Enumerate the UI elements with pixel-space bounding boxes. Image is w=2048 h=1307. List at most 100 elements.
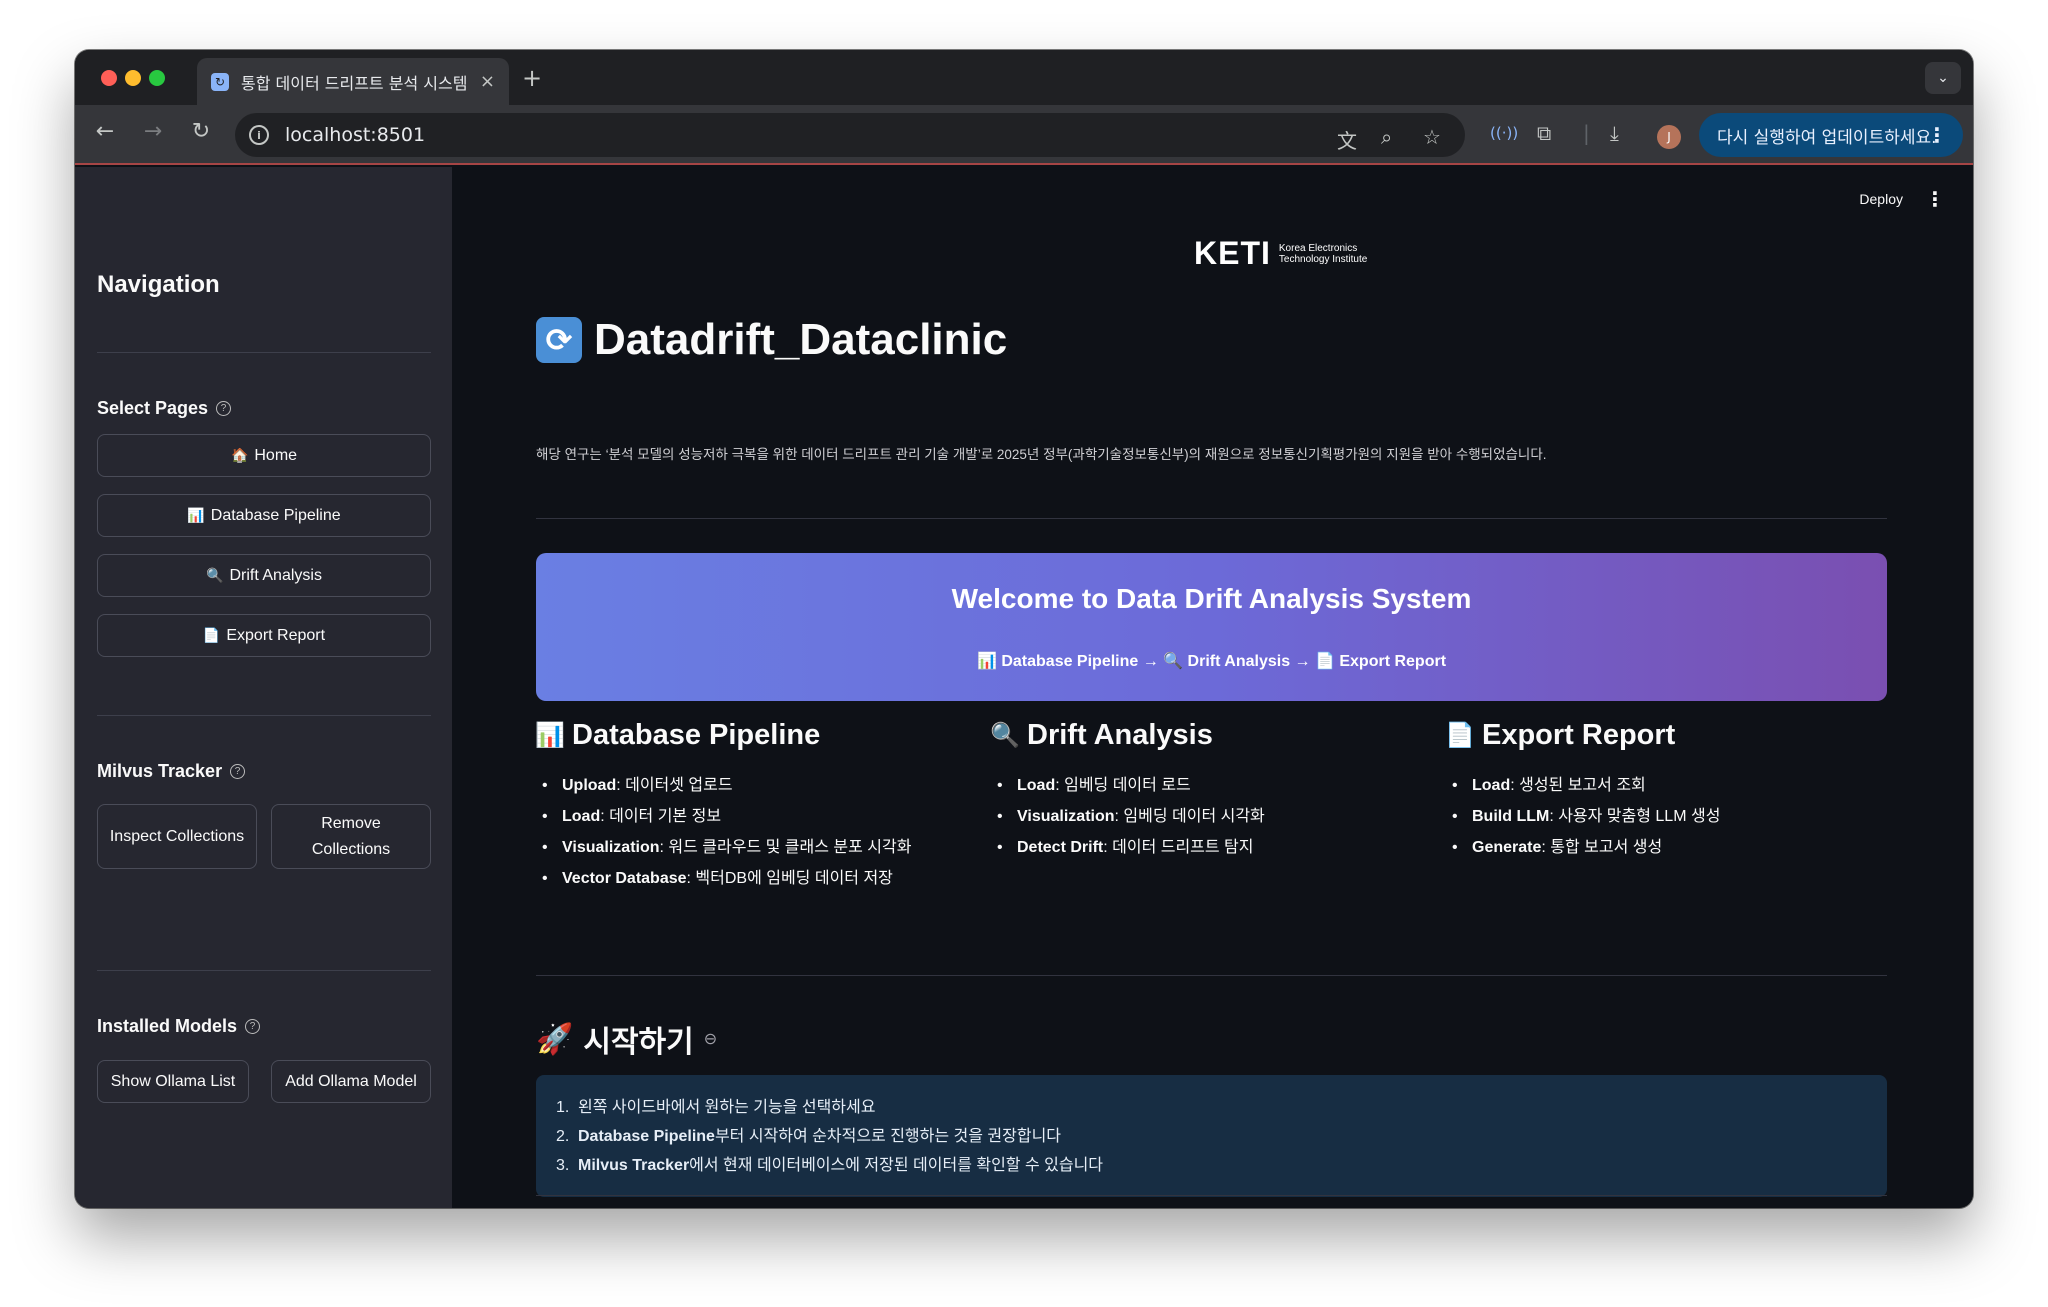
tab-close-icon[interactable]: × (480, 71, 495, 92)
nav-button-export-report[interactable]: 📄 Export Report (97, 614, 431, 657)
help-icon[interactable]: ? (245, 1019, 261, 1034)
nav-button-drift-analysis[interactable]: 🔍 Drift Analysis (97, 554, 431, 597)
nav-button-home[interactable]: 🏠 Home (97, 434, 431, 477)
nav-button-label: Export Report (226, 626, 326, 644)
toolbar-divider: | (1583, 121, 1590, 145)
banner-flow: 📊 Database Pipeline → 🔍 Drift Analysis →… (976, 653, 1447, 670)
getting-started-heading: 🚀 시작하기 ⊖ (536, 1017, 717, 1061)
installed-models-text: Installed Models (97, 1016, 238, 1036)
list-item: Visualization: 임베딩 데이터 시각화 (991, 801, 1411, 832)
step-number: 2. (556, 1128, 570, 1145)
divider (536, 518, 1887, 519)
update-button[interactable]: 다시 실행하여 업데이트하세요. ⋮ (1699, 113, 1963, 157)
sidebar: Navigation Select Pages ? 🏠 Home 📊 Datab… (75, 167, 452, 1208)
cast-icon[interactable]: ((·)) (1490, 124, 1518, 142)
bar-chart-icon: 📊 (535, 722, 565, 749)
help-icon[interactable]: ? (230, 764, 246, 779)
feature-list: Load: 임베딩 데이터 로드 Visualization: 임베딩 데이터 … (991, 770, 1411, 863)
nav-button-label: Drift Analysis (229, 566, 322, 584)
list-item: Load: 생성된 보고서 조회 (1446, 770, 1866, 801)
list-item: Generate: 통합 보고서 생성 (1446, 832, 1866, 863)
download-icon[interactable]: ⤓ (1610, 121, 1619, 145)
item-key: Detect Drift (1017, 839, 1104, 856)
page-content: Navigation Select Pages ? 🏠 Home 📊 Datab… (75, 167, 1973, 1208)
sidebar-divider (97, 352, 431, 353)
feature-export-report: 📄 Export Report Load: 생성된 보고서 조회 Build L… (1445, 719, 1866, 863)
main-area: Deploy ⋮ KETI Korea Electronics Technolo… (452, 167, 1973, 1208)
extensions-icon[interactable]: ⧉ (1537, 121, 1551, 145)
app-menu-icon[interactable]: ⋮ (1925, 187, 1945, 212)
getting-started-text: 시작하기 (583, 1026, 694, 1059)
list-item: Detect Drift: 데이터 드리프트 탐지 (991, 832, 1411, 863)
tab-strip: ↻ 통합 데이터 드리프트 분석 시스템 × + ⌄ (75, 50, 1973, 105)
list-item: Visualization: 워드 클라우드 및 클래스 분포 시각화 (536, 832, 956, 863)
anchor-link-icon[interactable]: ⊖ (704, 1029, 717, 1049)
forward-arrow-icon[interactable]: → (138, 119, 168, 144)
item-text: : 데이터셋 업로드 (616, 777, 733, 794)
page-title-text: Datadrift_Dataclinic (594, 315, 1008, 364)
browser-menu-icon[interactable]: ⋮ (1927, 123, 1947, 147)
steps-list: 1. 왼쪽 사이드바에서 원하는 기능을 선택하세요 2. Database Pip… (556, 1093, 1867, 1180)
browser-toolbar: ← → ↻ i localhost:8501 文 ⌕ ☆ ((·)) ⧉ | ⤓… (75, 105, 1973, 165)
item-key: Load (1017, 777, 1056, 794)
step-text: 왼쪽 사이드바에서 원하는 기능을 선택하세요 (578, 1099, 876, 1116)
feature-title: 📄 Export Report (1445, 719, 1866, 752)
research-acknowledgement: 해당 연구는 ‘분석 모델의 성능저하 극복을 위한 데이터 드리프트 관리 기… (536, 447, 1547, 462)
feature-title: 📊 Database Pipeline (535, 719, 956, 752)
document-icon: 📄 (202, 627, 221, 644)
bookmark-star-icon[interactable]: ☆ (1423, 125, 1441, 149)
browser-tab[interactable]: ↻ 통합 데이터 드리프트 분석 시스템 × (197, 58, 509, 105)
item-key: Visualization (1017, 808, 1115, 825)
add-ollama-model-button[interactable]: Add Ollama Model (271, 1060, 431, 1103)
refresh-icon: ⟳ (536, 317, 582, 363)
item-text: : 데이터 기본 정보 (600, 808, 722, 825)
item-text: : 생성된 보고서 조회 (1510, 777, 1646, 794)
divider (536, 975, 1887, 976)
logo-line: Korea Electronics (1278, 242, 1358, 254)
feature-list: Load: 생성된 보고서 조회 Build LLM: 사용자 맞춤형 LLM … (1446, 770, 1866, 863)
new-tab-button[interactable]: + (522, 64, 542, 92)
site-info-icon[interactable]: i (249, 125, 269, 145)
deploy-button[interactable]: Deploy (1859, 191, 1903, 207)
list-item: Load: 임베딩 데이터 로드 (991, 770, 1411, 801)
item-text: : 벡터DB에 임베딩 데이터 저장 (686, 870, 893, 887)
item-key: Generate (1472, 839, 1542, 856)
nav-button-database-pipeline[interactable]: 📊 Database Pipeline (97, 494, 431, 537)
list-item: Upload: 데이터셋 업로드 (536, 770, 956, 801)
list-item: 1. 왼쪽 사이드바에서 원하는 기능을 선택하세요 (556, 1093, 1867, 1122)
sidebar-divider (97, 970, 431, 971)
close-window-button[interactable] (101, 70, 117, 86)
select-pages-label: Select Pages ? (97, 398, 232, 419)
item-text: : 통합 보고서 생성 (1541, 839, 1663, 856)
feature-title-text: Drift Analysis (1027, 719, 1213, 751)
reload-icon[interactable]: ↻ (186, 119, 216, 144)
show-ollama-list-button[interactable]: Show Ollama List (97, 1060, 249, 1103)
step-number: 3. (556, 1157, 570, 1174)
tab-search-button[interactable]: ⌄ (1925, 62, 1961, 94)
home-icon: 🏠 (230, 447, 249, 464)
minimize-window-button[interactable] (125, 70, 141, 86)
zoom-icon[interactable]: ⌕ (1381, 125, 1392, 149)
tab-title: 통합 데이터 드리프트 분석 시스템 (241, 73, 468, 93)
remove-collections-button[interactable]: Remove Collections (271, 804, 431, 869)
list-item: Vector Database: 벡터DB에 임베딩 데이터 저장 (536, 863, 956, 894)
logo-mark: KETI (1194, 235, 1271, 271)
zoom-window-button[interactable] (149, 70, 165, 86)
feature-title-text: Export Report (1482, 719, 1676, 751)
translate-icon[interactable]: 文 (1337, 125, 1357, 154)
logo-subtitle: Korea Electronics Technology Institute (1279, 243, 1367, 265)
item-text: : 워드 클라우드 및 클래스 분포 시각화 (659, 839, 912, 856)
inspect-collections-button[interactable]: Inspect Collections (97, 804, 257, 869)
profile-avatar[interactable]: J (1657, 125, 1681, 149)
item-text: : 사용자 맞춤형 LLM 생성 (1549, 808, 1721, 825)
item-key: Vector Database (562, 870, 687, 887)
streamlit-favicon-icon: ↻ (211, 72, 229, 91)
address-bar[interactable]: i localhost:8501 文 ⌕ ☆ (235, 113, 1465, 157)
banner-title: Welcome to Data Drift Analysis System (951, 583, 1472, 614)
feature-list: Upload: 데이터셋 업로드 Load: 데이터 기본 정보 Visuali… (536, 770, 956, 894)
back-arrow-icon[interactable]: ← (90, 119, 120, 144)
item-key: Visualization (562, 839, 660, 856)
sidebar-divider (97, 715, 431, 716)
help-icon[interactable]: ? (216, 401, 232, 416)
getting-started-info-box: 1. 왼쪽 사이드바에서 원하는 기능을 선택하세요 2. Database Pip… (536, 1075, 1887, 1197)
